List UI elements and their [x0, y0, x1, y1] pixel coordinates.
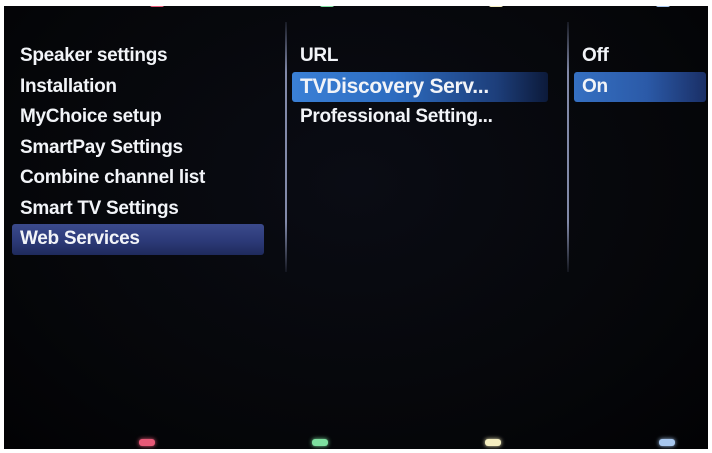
submenu-item-url[interactable]: URL: [292, 41, 548, 72]
option-value-list: Off On: [574, 41, 706, 102]
option-on[interactable]: On: [574, 71, 706, 102]
blue-key-icon[interactable]: [659, 439, 675, 446]
submenu-item-professional-settings[interactable]: Professional Setting...: [292, 102, 548, 133]
red-key-icon[interactable]: [139, 439, 155, 446]
menu-item-web-services[interactable]: Web Services: [12, 224, 264, 255]
submenu-item-tvdiscovery-service[interactable]: TVDiscovery Serv...: [292, 71, 548, 102]
web-services-submenu: URL TVDiscovery Serv... Professional Set…: [292, 41, 548, 133]
menu-item-smart-tv-settings[interactable]: Smart TV Settings: [12, 194, 264, 225]
menu-item-speaker-settings[interactable]: Speaker settings: [12, 41, 264, 72]
option-off[interactable]: Off: [574, 41, 706, 72]
yellow-key-icon[interactable]: [485, 439, 501, 446]
top-blue-key-icon: [656, 6, 670, 7]
column-divider-left: [285, 22, 287, 272]
menu-item-installation[interactable]: Installation: [12, 72, 264, 103]
top-green-key-icon: [320, 6, 334, 7]
tv-screen: Speaker settings Installation MyChoice s…: [4, 6, 708, 449]
settings-menu-column: Speaker settings Installation MyChoice s…: [12, 41, 264, 255]
column-divider-right: [567, 22, 569, 272]
green-key-icon[interactable]: [312, 439, 328, 446]
top-red-key-icon: [150, 6, 164, 7]
menu-item-mychoice-setup[interactable]: MyChoice setup: [12, 102, 264, 133]
menu-item-smartpay-settings[interactable]: SmartPay Settings: [12, 133, 264, 164]
top-yellow-key-icon: [489, 6, 503, 7]
menu-item-combine-channel-list[interactable]: Combine channel list: [12, 163, 264, 194]
